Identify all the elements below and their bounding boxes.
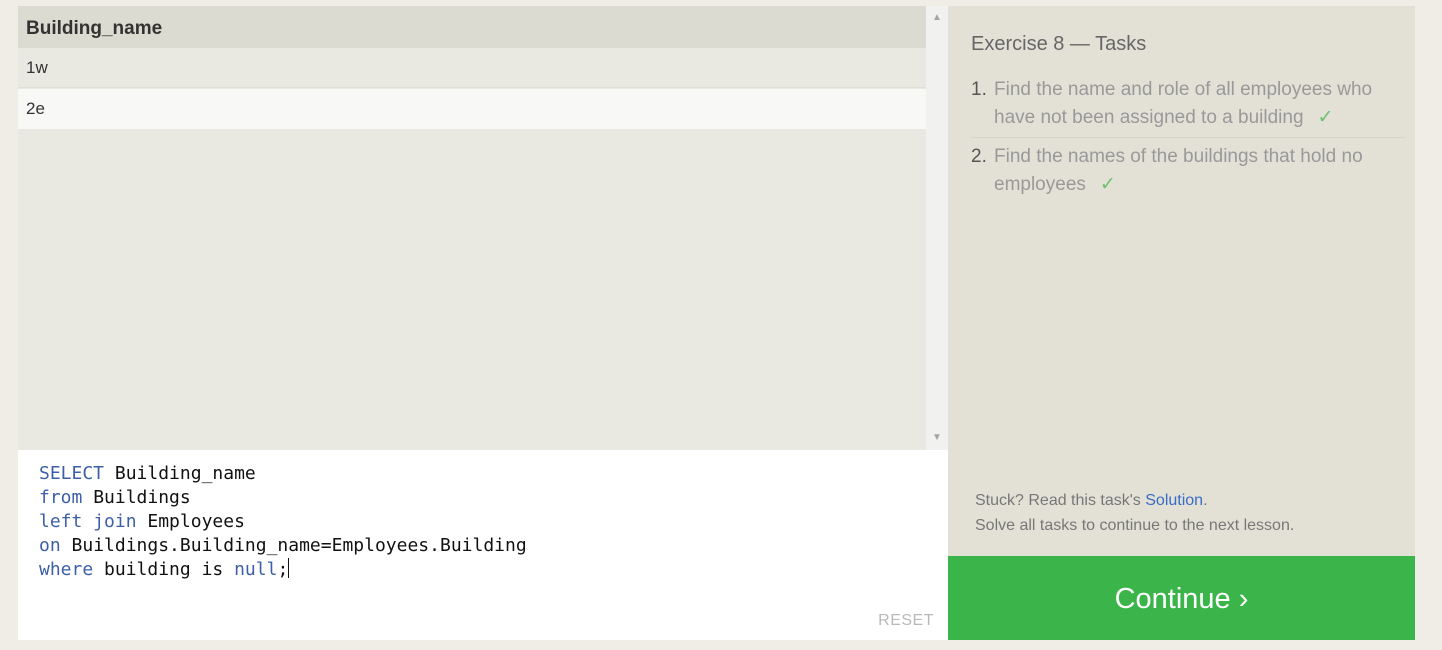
sql-keyword: null [234,559,278,580]
sql-keyword: where [39,559,94,580]
sql-token: Building_name [104,463,256,484]
exercise-frame: Building_name 1w 2e ▲ ▼ SELECT Building_… [18,6,1415,640]
task-text: Find the name and role of all employees … [994,79,1373,128]
text-cursor [288,558,290,578]
tasks-title: Exercise 8 — Tasks [971,33,1147,55]
task-item: 1. Find the name and role of all employe… [971,76,1405,138]
scroll-up-arrow-icon[interactable]: ▲ [926,8,948,28]
sql-keyword: SELECT [39,463,105,484]
table-row: 1w [18,48,926,88]
solution-link[interactable]: Solution [1145,492,1203,509]
sql-keyword: on [39,535,61,556]
sql-token: Buildings.Building_name=Employees.Buildi… [60,535,527,556]
sql-editor[interactable]: SELECT Building_name from Buildings left… [18,450,948,640]
task-number: 2. [971,146,987,167]
sql-keyword: left join [39,511,137,532]
stuck-prefix: Stuck? Read this task's [975,492,1146,509]
tasks-panel: Exercise 8 — Tasks 1. Find the name and … [948,6,1415,556]
stuck-suffix: . [1203,492,1208,509]
table-row: 2e [18,89,926,129]
results-panel: Building_name 1w 2e ▲ ▼ [18,6,948,450]
solve-all-text: Solve all tasks to continue to the next … [975,517,1295,534]
reset-button[interactable]: RESET [878,612,934,630]
results-column-header[interactable]: Building_name [18,6,926,48]
help-text: Stuck? Read this task's Solution. Solve … [975,488,1294,538]
sql-keyword: from [39,487,83,508]
results-scrollbar[interactable]: ▲ ▼ [926,6,948,450]
sql-token: is [201,559,224,580]
sql-token: building [93,559,202,580]
task-list: 1. Find the name and role of all employe… [971,76,1405,199]
sql-token: ; [277,559,289,580]
sql-token: Buildings [82,487,191,508]
check-icon: ✓ [1099,174,1116,195]
task-text: Find the names of the buildings that hol… [994,146,1363,195]
continue-button[interactable]: Continue › [948,556,1415,640]
check-icon: ✓ [1317,107,1334,128]
task-number: 1. [971,79,987,100]
scroll-down-arrow-icon[interactable]: ▼ [926,428,948,448]
task-item: 2. Find the names of the buildings that … [971,143,1405,199]
sql-code[interactable]: SELECT Building_name from Buildings left… [39,462,527,582]
sql-token: Employees [136,511,245,532]
